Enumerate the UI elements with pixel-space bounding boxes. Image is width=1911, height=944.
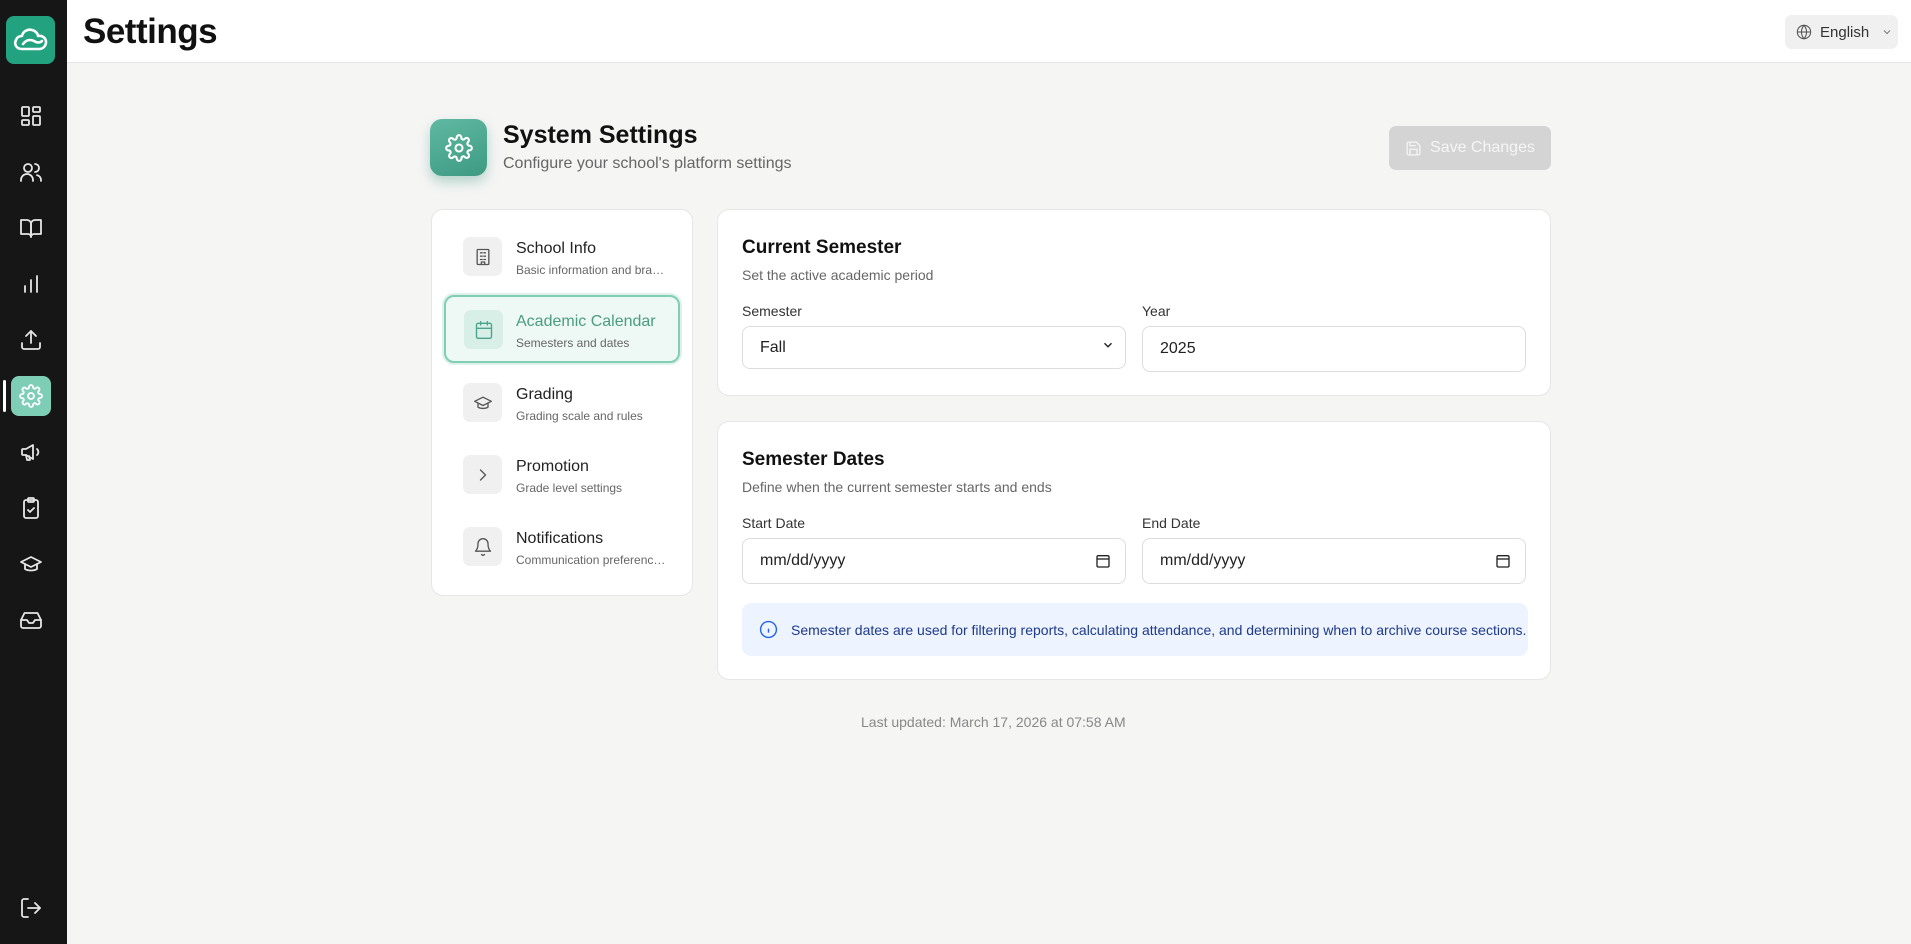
last-updated-text: Last updated: March 17, 2026 at 07:58 AM xyxy=(861,714,1126,730)
calendar-icon[interactable] xyxy=(1495,553,1511,569)
app-root: Settings English System Settings Configu… xyxy=(0,0,1911,944)
start-date-placeholder: mm/dd/yyyy xyxy=(760,552,846,569)
language-selector[interactable]: English xyxy=(1785,15,1898,49)
language-label: English xyxy=(1820,23,1870,41)
info-banner: Semester dates are used for filtering re… xyxy=(742,603,1528,656)
start-date-input[interactable]: mm/dd/yyyy xyxy=(742,538,1126,584)
chevron-down-icon xyxy=(1883,30,1891,35)
gear-icon xyxy=(19,384,43,408)
nav-courses[interactable] xyxy=(11,208,51,248)
nav-upload[interactable] xyxy=(11,320,51,360)
card-subtitle: Set the active academic period xyxy=(742,267,934,283)
menu-item-title: Notifications xyxy=(516,530,604,547)
menu-item-notifications[interactable]: Notifications Communication preferences xyxy=(444,512,680,580)
end-date-label: End Date xyxy=(1142,515,1201,531)
semester-label: Semester xyxy=(742,303,802,319)
globe-icon xyxy=(1796,24,1812,40)
active-nav-indicator xyxy=(3,380,6,412)
nav-dashboard[interactable] xyxy=(11,96,51,136)
menu-item-title: Promotion xyxy=(516,458,589,475)
building-icon xyxy=(476,248,489,265)
page-title: Settings xyxy=(83,12,218,51)
menu-icon-wrap xyxy=(464,310,503,349)
system-settings-icon-badge xyxy=(430,119,487,176)
menu-item-title: Grading xyxy=(516,386,573,403)
section-title: System Settings xyxy=(503,121,698,149)
megaphone-icon xyxy=(21,444,40,461)
calendar-icon[interactable] xyxy=(1095,553,1111,569)
chevron-down-icon xyxy=(1101,338,1115,357)
nav-assignments[interactable] xyxy=(11,488,51,528)
card-title: Current Semester xyxy=(742,237,902,258)
menu-item-school-info[interactable]: School Info Basic information and brandi… xyxy=(444,222,680,290)
chevron-right-icon xyxy=(479,468,486,481)
semester-value: Fall xyxy=(760,338,786,356)
inbox-icon xyxy=(20,612,42,629)
menu-item-subtitle: Communication preferences xyxy=(516,553,666,567)
menu-icon-wrap xyxy=(463,455,502,494)
end-date-input[interactable]: mm/dd/yyyy xyxy=(1142,538,1526,584)
menu-item-subtitle: Grade level settings xyxy=(516,481,623,495)
year-value: 2025 xyxy=(1160,340,1196,357)
menu-item-subtitle: Grading scale and rules xyxy=(516,409,643,423)
app-logo[interactable] xyxy=(6,16,55,64)
clipboard-check-icon xyxy=(23,497,39,519)
info-text: Semester dates are used for filtering re… xyxy=(791,621,1527,638)
card-title: Semester Dates xyxy=(742,449,885,470)
semester-select[interactable]: Fall xyxy=(742,326,1126,369)
menu-item-title: Academic Calendar xyxy=(516,313,656,330)
menu-icon-wrap xyxy=(463,527,502,566)
section-subtitle: Configure your school's platform setting… xyxy=(503,155,792,172)
settings-menu: School Info Basic information and brandi… xyxy=(431,209,693,596)
gear-icon xyxy=(444,133,473,162)
save-icon xyxy=(1406,140,1421,156)
graduation-cap-icon xyxy=(473,396,492,409)
nav-users[interactable] xyxy=(11,152,51,192)
save-changes-label: Save Changes xyxy=(1430,139,1535,156)
current-semester-card: Current Semester Set the active academic… xyxy=(717,209,1551,396)
nav-inbox[interactable] xyxy=(11,600,51,640)
nav-settings[interactable] xyxy=(11,376,51,416)
menu-item-academic-calendar[interactable]: Academic Calendar Semesters and dates xyxy=(444,295,680,363)
menu-item-grading[interactable]: Grading Grading scale and rules xyxy=(444,368,680,436)
logout-icon xyxy=(21,898,41,918)
start-date-label: Start Date xyxy=(742,515,806,531)
save-changes-button[interactable]: Save Changes xyxy=(1389,126,1551,170)
nav-announcements[interactable] xyxy=(11,432,51,472)
menu-item-promotion[interactable]: Promotion Grade level settings xyxy=(444,440,680,508)
cloud-logo-icon xyxy=(13,28,47,51)
menu-item-title: School Info xyxy=(516,240,597,257)
calendar-icon xyxy=(475,320,492,339)
end-date-placeholder: mm/dd/yyyy xyxy=(1160,552,1246,569)
book-icon xyxy=(20,219,42,238)
menu-icon-wrap xyxy=(463,237,502,276)
menu-item-subtitle: Basic information and branding xyxy=(516,263,666,277)
sidebar xyxy=(0,0,67,944)
year-input[interactable]: 2025 xyxy=(1142,326,1526,372)
menu-icon-wrap xyxy=(463,383,502,422)
nav-logout[interactable] xyxy=(11,888,51,928)
semester-dates-card: Semester Dates Define when the current s… xyxy=(717,421,1551,680)
card-subtitle: Define when the current semester starts … xyxy=(742,479,1052,495)
nav-graduation[interactable] xyxy=(11,544,51,584)
chart-icon xyxy=(24,275,38,293)
year-label: Year xyxy=(1142,303,1171,319)
menu-item-subtitle: Semesters and dates xyxy=(516,336,630,350)
dashboard-icon xyxy=(21,106,41,126)
users-icon xyxy=(20,163,42,182)
bell-icon xyxy=(474,537,491,556)
nav-reports[interactable] xyxy=(11,264,51,304)
info-icon xyxy=(759,620,778,639)
upload-icon xyxy=(21,330,41,350)
top-header: Settings English xyxy=(67,0,1911,63)
graduation-cap-icon xyxy=(20,556,42,572)
